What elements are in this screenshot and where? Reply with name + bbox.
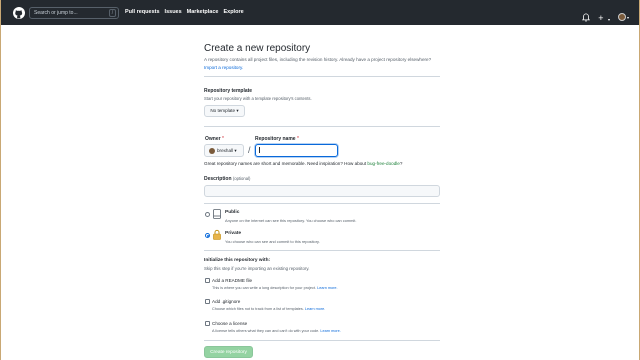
notifications-bell-icon[interactable] xyxy=(582,12,591,22)
chevron-down-icon: ▾ xyxy=(626,14,629,20)
header-actions: + ▾ ▾ xyxy=(582,8,629,26)
add-gitignore-checkbox[interactable] xyxy=(205,299,210,304)
add-gitignore-note: Choose which files not to track from a l… xyxy=(212,307,325,311)
plus-icon: + xyxy=(598,13,604,23)
description-label: Description (optional) xyxy=(204,176,250,182)
visibility-private-note: You choose who can see and commit to thi… xyxy=(225,239,320,244)
choose-license-checkbox[interactable] xyxy=(205,321,210,326)
description-label-text: Description xyxy=(204,176,232,182)
global-header: Search or jump to... / Pull requests Iss… xyxy=(1,0,639,25)
readme-learn-more-link[interactable]: Learn more. xyxy=(317,286,337,290)
user-menu[interactable]: ▾ xyxy=(617,13,629,21)
owner-value: brexhall ▾ xyxy=(217,147,237,153)
readme-note-text: This is where you can write a long descr… xyxy=(212,286,317,290)
github-logo-icon[interactable] xyxy=(13,7,25,19)
gitignore-learn-more-link[interactable]: Learn more. xyxy=(305,307,325,311)
repo-name-label-text: Repository name xyxy=(255,136,296,142)
create-repository-button[interactable]: Create repository xyxy=(204,346,253,358)
init-note: Skip this step if you're importing an ex… xyxy=(204,266,310,271)
chevron-down-icon: ▾ xyxy=(607,17,610,22)
name-suggestion: Great repository names are short and mem… xyxy=(204,161,402,166)
visibility-private-radio[interactable] xyxy=(205,233,210,238)
license-learn-more-link[interactable]: Learn more. xyxy=(320,329,340,333)
page-title: Create a new repository xyxy=(204,43,311,54)
search-placeholder: Search or jump to... xyxy=(34,10,78,16)
owner-repo-separator: / xyxy=(248,145,251,155)
choose-license-note: A license tells others what they can and… xyxy=(212,329,341,333)
template-label: Repository template xyxy=(204,88,253,94)
lock-icon xyxy=(213,229,221,240)
create-new-menu[interactable]: + ▾ xyxy=(598,8,610,26)
nav-pull-requests[interactable]: Pull requests xyxy=(125,9,160,15)
text-cursor xyxy=(259,147,260,153)
search-input[interactable]: Search or jump to... / xyxy=(29,7,119,19)
license-note-text: A license tells others what they can and… xyxy=(212,329,320,333)
divider xyxy=(204,76,440,77)
divider xyxy=(204,340,440,341)
visibility-private-label: Private xyxy=(225,231,241,236)
divider xyxy=(204,203,440,204)
add-readme-checkbox[interactable] xyxy=(205,278,210,283)
visibility-public-label: Public xyxy=(225,210,240,215)
nav-issues[interactable]: Issues xyxy=(165,9,182,15)
name-hint-text: Great repository names are short and mem… xyxy=(204,161,367,166)
owner-label-text: Owner xyxy=(205,136,221,142)
gitignore-note-text: Choose which files not to track from a l… xyxy=(212,307,304,311)
nav-explore[interactable]: Explore xyxy=(223,9,243,15)
init-label: Initialize this repository with: xyxy=(204,258,271,263)
template-select-button[interactable]: No template ▾ xyxy=(204,105,245,117)
suggested-name-link[interactable]: bug-free-doodle xyxy=(367,161,399,166)
description-input[interactable] xyxy=(204,185,440,197)
avatar xyxy=(617,13,626,21)
intro-text: A repository contains all project files,… xyxy=(204,57,432,62)
page-intro: A repository contains all project files,… xyxy=(204,56,440,72)
add-gitignore-label[interactable]: Add .gitignore xyxy=(212,299,240,304)
optional-hint: (optional) xyxy=(232,176,251,181)
choose-license-label[interactable]: Choose a license xyxy=(212,321,247,326)
repo-public-icon xyxy=(213,209,221,219)
required-asterisk: * xyxy=(296,136,299,142)
divider xyxy=(204,250,440,251)
header-nav: Pull requests Issues Marketplace Explore xyxy=(125,9,244,15)
import-repository-link[interactable]: Import a repository. xyxy=(204,65,243,70)
add-readme-note: This is where you can write a long descr… xyxy=(212,286,338,290)
repo-name-label: Repository name * xyxy=(255,136,299,142)
owner-select-button[interactable]: brexhall ▾ xyxy=(204,144,244,157)
search-shortcut-badge: / xyxy=(109,9,116,17)
owner-label: Owner * xyxy=(205,136,224,142)
visibility-public-radio[interactable] xyxy=(205,212,210,217)
template-note: Start your repository with a template re… xyxy=(204,96,312,101)
nav-marketplace[interactable]: Marketplace xyxy=(187,9,219,15)
name-hint-end: ? xyxy=(399,161,403,166)
divider xyxy=(204,126,440,127)
add-readme-label[interactable]: Add a README file xyxy=(212,278,252,283)
required-asterisk: * xyxy=(221,136,224,142)
visibility-public-note: Anyone on the internet can see this repo… xyxy=(225,218,357,223)
owner-avatar xyxy=(209,147,215,154)
repo-name-input[interactable] xyxy=(255,144,338,157)
